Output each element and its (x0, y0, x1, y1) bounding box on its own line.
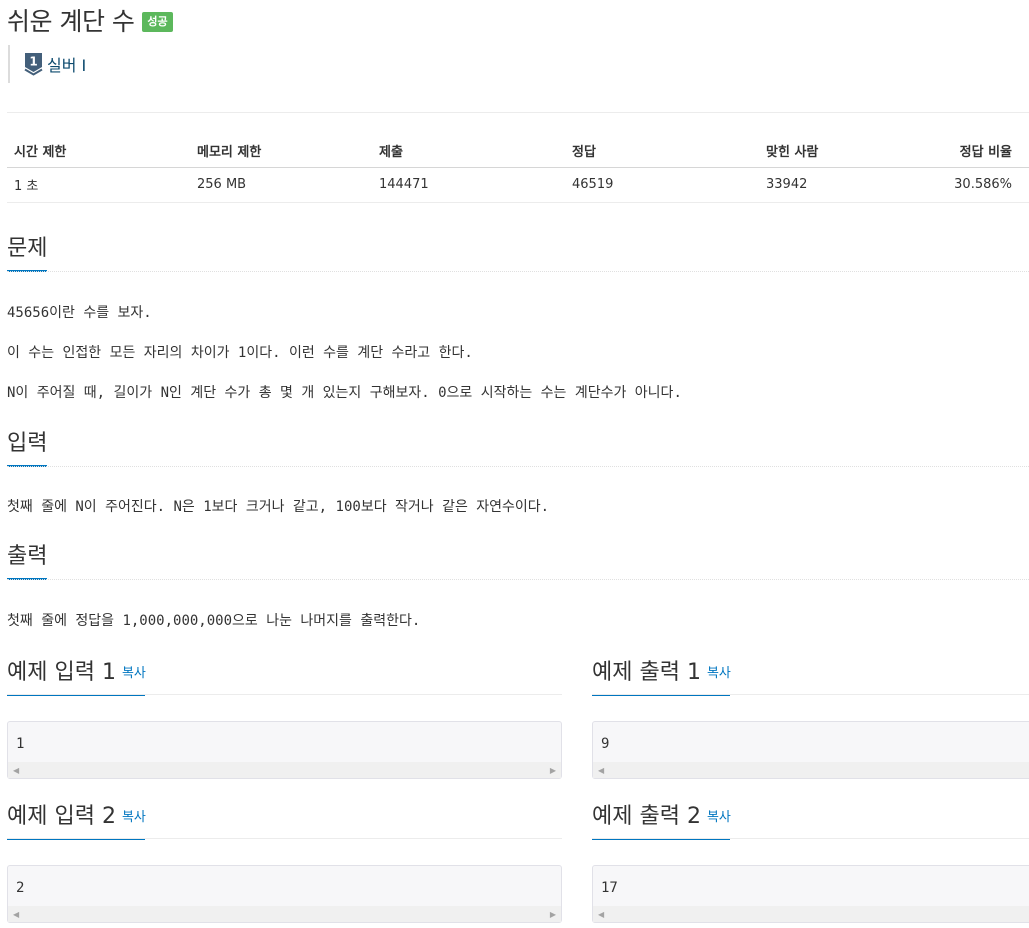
copy-button[interactable]: 복사 (122, 810, 146, 825)
section-divider (7, 271, 1029, 272)
table-header-row: 시간 제한 메모리 제한 제출 정답 맞힌 사람 정답 비율 (7, 134, 1029, 168)
sample-output-1-value: 9 (601, 736, 610, 752)
section-title: 문제 (7, 236, 48, 261)
page-title: 쉬운 계단 수 (7, 7, 135, 36)
description-line-1: 45656이란 수를 보자. (7, 305, 152, 321)
section-divider (7, 466, 1029, 467)
section-heading-output: 출력 (7, 542, 47, 580)
example-input-1-heading: 예제 입력 1 복사 (7, 658, 146, 696)
section-heading-description: 문제 (7, 234, 47, 272)
tier-row: 1 실버 I (8, 45, 86, 83)
header-solved-users: 맞힌 사람 (759, 134, 909, 168)
example-output-1-heading: 예제 출력 1 복사 (592, 658, 731, 696)
scroll-right-icon[interactable]: ▶ (550, 766, 556, 775)
header-memory-limit: 메모리 제한 (190, 134, 372, 168)
cell-accepted: 46519 (565, 167, 759, 203)
cell-solved-users: 33942 (759, 167, 909, 203)
tier-link[interactable]: 실버 I (47, 52, 86, 76)
horizontal-scrollbar[interactable]: ◀ ▶ (8, 762, 561, 778)
header-accepted: 정답 (565, 134, 759, 168)
header-time-limit: 시간 제한 (7, 134, 190, 168)
sample-input-2[interactable]: 2 ◀ ▶ (7, 865, 562, 923)
cell-submissions: 144471 (372, 167, 565, 203)
tier-number: 1 (29, 55, 37, 69)
horizontal-scrollbar[interactable]: ◀ (593, 762, 1029, 778)
cell-memory-limit: 256 MB (190, 167, 372, 203)
silver-tier-icon: 1 (24, 53, 43, 76)
copy-button[interactable]: 복사 (707, 666, 731, 681)
section-divider (7, 579, 1029, 580)
input-description: 첫째 줄에 N이 주어진다. N은 1보다 크거나 같고, 100보다 작거나 … (7, 499, 550, 515)
output-description: 첫째 줄에 정답을 1,000,000,000으로 나눈 나머지를 출력한다. (7, 613, 421, 629)
scroll-left-icon[interactable]: ◀ (13, 766, 19, 775)
sample-output-1[interactable]: 9 ◀ (592, 721, 1029, 779)
sample-output-2-value: 17 (601, 880, 618, 896)
cell-time-limit: 1 초 (7, 167, 190, 203)
sample-input-2-value: 2 (16, 880, 25, 896)
scroll-left-icon[interactable]: ◀ (598, 766, 604, 775)
copy-button[interactable]: 복사 (707, 810, 731, 825)
table-row: 1 초 256 MB 144471 46519 33942 30.586% (7, 167, 1029, 203)
section-heading-input: 입력 (7, 429, 47, 467)
section-title: 출력 (7, 544, 48, 569)
copy-button[interactable]: 복사 (122, 666, 146, 681)
horizontal-scrollbar[interactable]: ◀ ▶ (8, 906, 561, 922)
header-accept-ratio: 정답 비율 (909, 134, 1029, 168)
scroll-right-icon[interactable]: ▶ (550, 910, 556, 919)
cell-accept-ratio: 30.586% (909, 167, 1029, 203)
header-submissions: 제출 (372, 134, 565, 168)
scroll-left-icon[interactable]: ◀ (598, 910, 604, 919)
sample-input-1[interactable]: 1 ◀ ▶ (7, 721, 562, 779)
scroll-left-icon[interactable]: ◀ (13, 910, 19, 919)
divider (7, 112, 1029, 113)
description-line-3: N이 주어질 때, 길이가 N인 계단 수가 총 몇 개 있는지 구해보자. 0… (7, 385, 682, 401)
status-badge: 성공 (142, 12, 173, 32)
description-line-2: 이 수는 인접한 모든 자리의 차이가 1이다. 이런 수를 계단 수라고 한다… (7, 345, 473, 361)
problem-info-table: 시간 제한 메모리 제한 제출 정답 맞힌 사람 정답 비율 1 초 256 M… (7, 134, 1029, 203)
title-row: 쉬운 계단 수 성공 (7, 4, 173, 36)
section-title: 입력 (7, 431, 48, 456)
horizontal-scrollbar[interactable]: ◀ (593, 906, 1029, 922)
sample-input-1-value: 1 (16, 736, 25, 752)
example-input-2-heading: 예제 입력 2 복사 (7, 802, 146, 840)
sample-output-2[interactable]: 17 ◀ (592, 865, 1029, 923)
example-output-2-heading: 예제 출력 2 복사 (592, 802, 731, 840)
